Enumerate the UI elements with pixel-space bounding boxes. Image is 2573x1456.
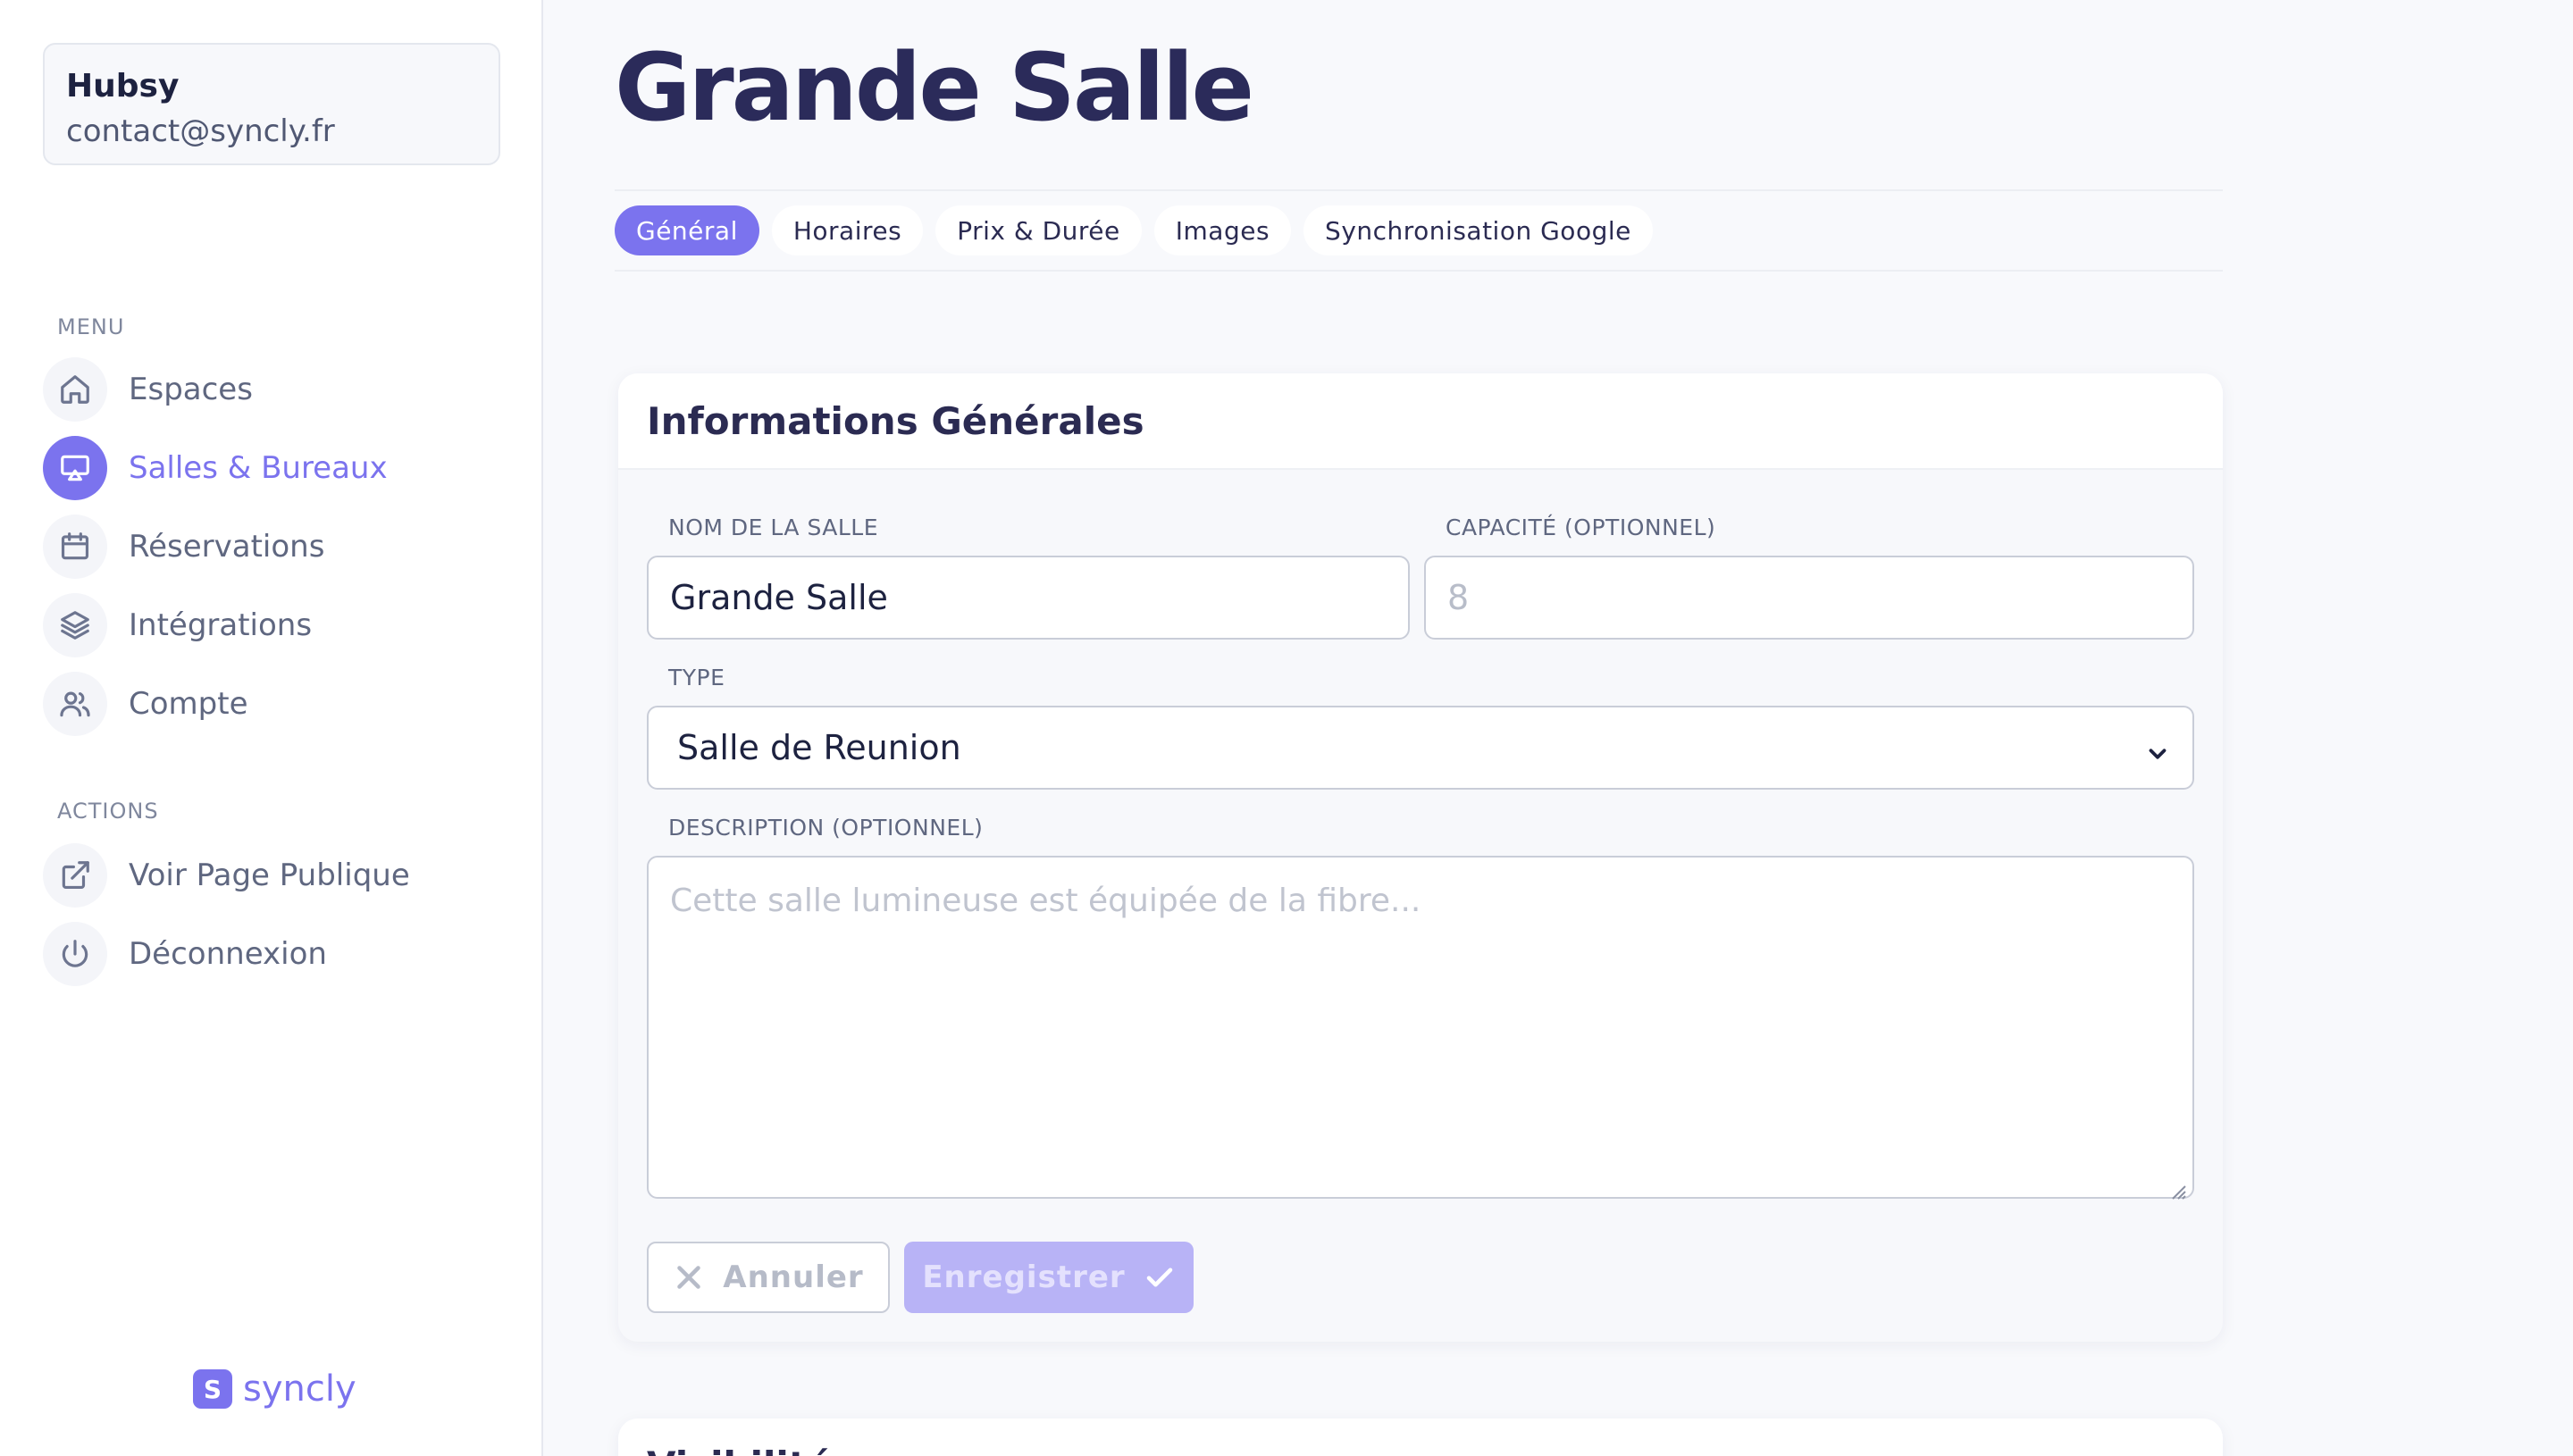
card-title: Informations Générales	[647, 398, 1144, 443]
sidebar-item-espaces[interactable]: Espaces	[43, 357, 253, 422]
brand: S syncly	[193, 1368, 356, 1410]
cancel-button-label: Annuler	[723, 1259, 864, 1295]
check-icon	[1146, 1268, 1172, 1287]
close-icon	[677, 1266, 701, 1289]
users-icon	[43, 672, 107, 736]
tab-prix-duree[interactable]: Prix & Durée	[935, 205, 1142, 255]
sidebar-item-voir-page-publique[interactable]: Voir Page Publique	[43, 843, 410, 908]
sidebar-item-reservations[interactable]: Réservations	[43, 515, 324, 579]
cancel-button[interactable]: Annuler	[647, 1242, 890, 1313]
sidebar-item-label: Salles & Bureaux	[129, 450, 388, 486]
calendar-icon	[43, 515, 107, 579]
description-placeholder: Cette salle lumineuse est équipée de la …	[670, 883, 1421, 919]
room-name-input[interactable]: Grande Salle	[647, 556, 1410, 640]
home-icon	[43, 357, 107, 422]
tab-bar: Général Horaires Prix & Durée Images Syn…	[615, 189, 2223, 272]
sidebar-item-deconnexion[interactable]: Déconnexion	[43, 922, 327, 986]
resize-grip-icon[interactable]	[2167, 1172, 2187, 1200]
visibility-card-title: Visibilité	[647, 1443, 832, 1456]
tab-images[interactable]: Images	[1153, 205, 1292, 255]
presentation-icon	[43, 436, 107, 500]
actions-section-label: ACTIONS	[57, 799, 159, 824]
name-field-label: NOM DE LA SALLE	[668, 515, 879, 540]
sidebar-item-compte[interactable]: Compte	[43, 672, 248, 736]
type-selected-value: Salle de Reunion	[677, 728, 961, 767]
tab-synchronisation-google[interactable]: Synchronisation Google	[1303, 205, 1653, 255]
tab-horaires[interactable]: Horaires	[771, 205, 924, 255]
type-select[interactable]: Salle de Reunion	[647, 706, 2194, 790]
capacity-input[interactable]: 8	[1424, 556, 2194, 640]
layers-icon	[43, 593, 107, 657]
tab-general[interactable]: Général	[615, 205, 759, 255]
user-name: Hubsy	[66, 68, 180, 105]
general-info-card: Informations Générales NOM DE LA SALLE G…	[618, 373, 2223, 1342]
syncly-logo-icon: S	[193, 1369, 232, 1409]
save-button[interactable]: Enregistrer	[904, 1242, 1194, 1313]
type-field-label: TYPE	[668, 665, 725, 690]
menu-section-label: MENU	[57, 314, 125, 339]
user-card[interactable]: Hubsy contact@syncly.fr	[43, 43, 500, 165]
card-header: Informations Générales	[618, 373, 2223, 470]
sidebar-item-label: Réservations	[129, 529, 325, 565]
sidebar-item-label: Voir Page Publique	[129, 858, 410, 893]
page-title: Grande Salle	[615, 33, 1254, 142]
capacity-field-label: CAPACITÉ (OPTIONNEL)	[1446, 515, 1716, 540]
save-button-label: Enregistrer	[922, 1259, 1126, 1295]
sidebar-item-integrations[interactable]: Intégrations	[43, 593, 312, 657]
visibility-card: Visibilité	[618, 1418, 2223, 1456]
description-field-label: DESCRIPTION (OPTIONNEL)	[668, 815, 984, 841]
brand-name: syncly	[243, 1368, 356, 1410]
sidebar-item-label: Intégrations	[129, 607, 313, 643]
description-textarea[interactable]: Cette salle lumineuse est équipée de la …	[647, 856, 2194, 1200]
sidebar-item-label: Espaces	[129, 372, 253, 407]
sidebar-item-salles-bureaux[interactable]: Salles & Bureaux	[43, 436, 388, 500]
user-email: contact@syncly.fr	[66, 113, 335, 149]
sidebar-item-label: Compte	[129, 686, 248, 722]
sidebar-item-label: Déconnexion	[129, 936, 327, 972]
power-icon	[43, 922, 107, 986]
chevron-down-icon	[2144, 736, 2171, 763]
external-link-icon	[43, 843, 107, 908]
sidebar: Hubsy contact@syncly.fr MENU Espaces Sal…	[0, 0, 543, 1456]
